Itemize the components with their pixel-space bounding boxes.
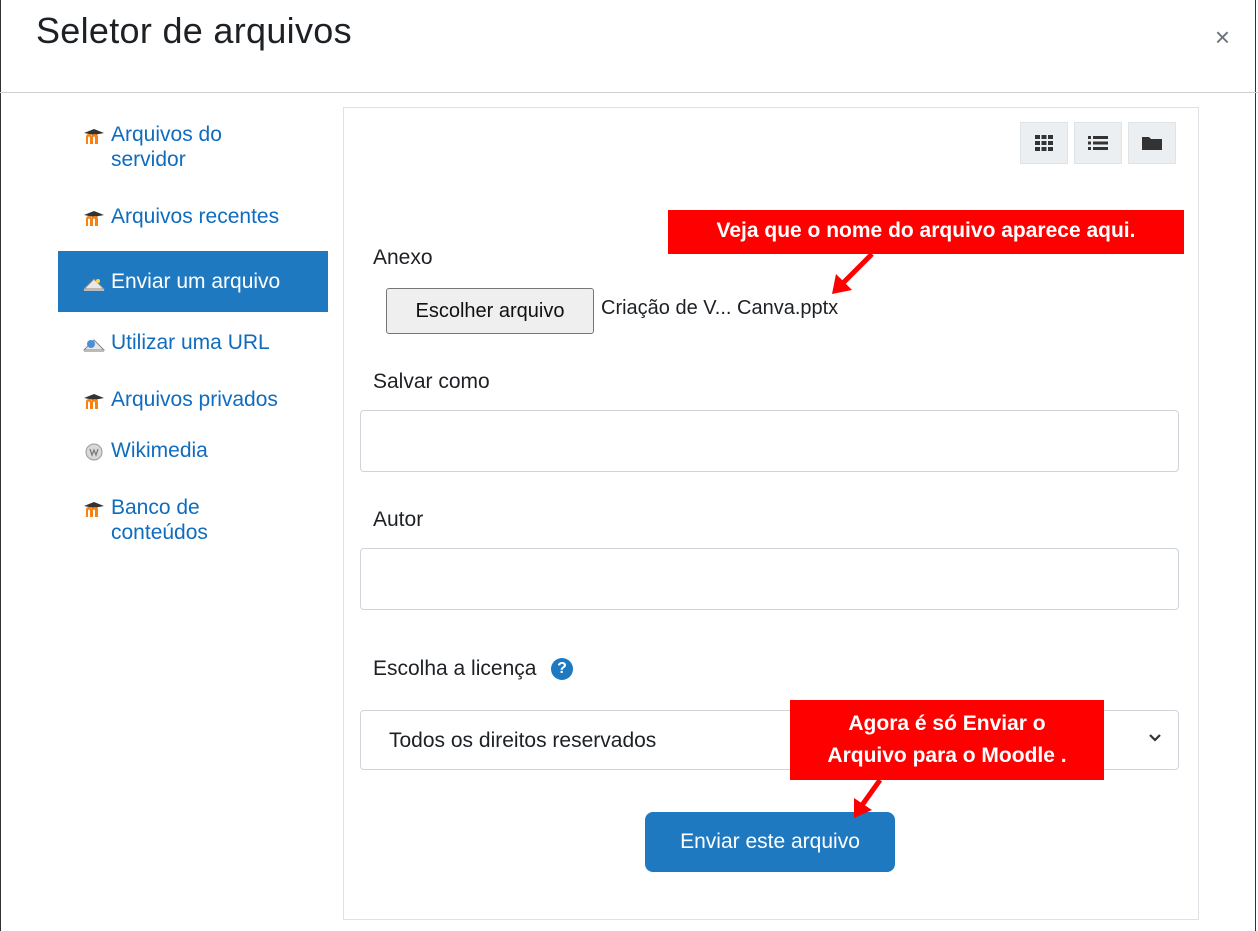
sidebar-item-server-files[interactable]: Arquivos do servidor	[58, 112, 328, 182]
wikimedia-icon	[85, 443, 103, 461]
save-as-input[interactable]	[360, 410, 1179, 472]
author-input[interactable]	[360, 548, 1179, 610]
callout-submit-line2: Arquivo para o Moodle .	[827, 744, 1067, 767]
repository-sidebar: Arquivos do servidor Arquivos recentes E…	[58, 112, 328, 555]
sidebar-item-content-bank[interactable]: Banco de conteúdos	[58, 485, 328, 555]
sidebar-item-label: Utilizar uma URL	[111, 331, 270, 354]
license-selected-value: Todos os direitos reservados	[389, 729, 657, 752]
sidebar-item-url[interactable]: Utilizar uma URL	[58, 320, 328, 365]
grid-view-button[interactable]	[1020, 122, 1068, 164]
author-label: Autor	[373, 508, 424, 531]
sidebar-item-label: Enviar um arquivo	[111, 270, 281, 293]
folder-view-icon	[1142, 137, 1162, 150]
sidebar-item-label: Arquivos recentes	[111, 205, 280, 228]
sidebar-item-upload-file[interactable]: Enviar um arquivo	[58, 251, 328, 312]
dialog-header: Seletor de arquivos ×	[0, 0, 1258, 93]
close-icon[interactable]: ×	[1215, 22, 1230, 53]
chevron-down-icon	[1149, 734, 1161, 742]
selected-file-name: Criação de V... Canva.pptx	[601, 297, 839, 319]
arrow-icon	[832, 252, 874, 294]
sidebar-item-label: Arquivos privados	[111, 388, 278, 411]
upload-icon	[82, 278, 106, 291]
callout-file-name: Veja que o nome do arquivo aparece aqui.	[668, 210, 1184, 254]
list-view-button[interactable]	[1074, 122, 1122, 164]
callout-submit-line1: Agora é só Enviar o	[848, 712, 1046, 735]
sidebar-item-wikimedia[interactable]: Wikimedia	[58, 428, 328, 473]
help-icon[interactable]: ?	[551, 658, 573, 680]
attachment-label: Anexo	[373, 246, 433, 269]
license-label: Escolha a licença	[373, 657, 537, 680]
arrow-icon	[854, 778, 883, 818]
dialog-title: Seletor de arquivos	[36, 10, 352, 51]
sidebar-item-recent-files[interactable]: Arquivos recentes	[58, 194, 328, 239]
url-icon	[82, 339, 106, 352]
folder-view-button[interactable]	[1128, 122, 1176, 164]
moodle-icon	[84, 129, 104, 144]
sidebar-item-private-files[interactable]: Arquivos privados	[58, 377, 328, 422]
save-as-label: Salvar como	[373, 370, 490, 393]
view-toolbar	[1014, 122, 1176, 164]
choose-file-button[interactable]: Escolher arquivo	[386, 288, 594, 334]
moodle-icon	[84, 394, 104, 409]
sidebar-item-label: Banco de conteúdos	[111, 496, 208, 544]
sidebar-item-label: Wikimedia	[111, 439, 208, 462]
grid-view-icon	[1035, 135, 1053, 151]
list-view-icon	[1088, 136, 1108, 150]
callout-submit: Agora é só Enviar o Arquivo para o Moodl…	[790, 700, 1104, 780]
sidebar-item-label: Arquivos do servidor	[111, 123, 222, 171]
moodle-icon	[84, 211, 104, 226]
moodle-icon	[84, 502, 104, 517]
